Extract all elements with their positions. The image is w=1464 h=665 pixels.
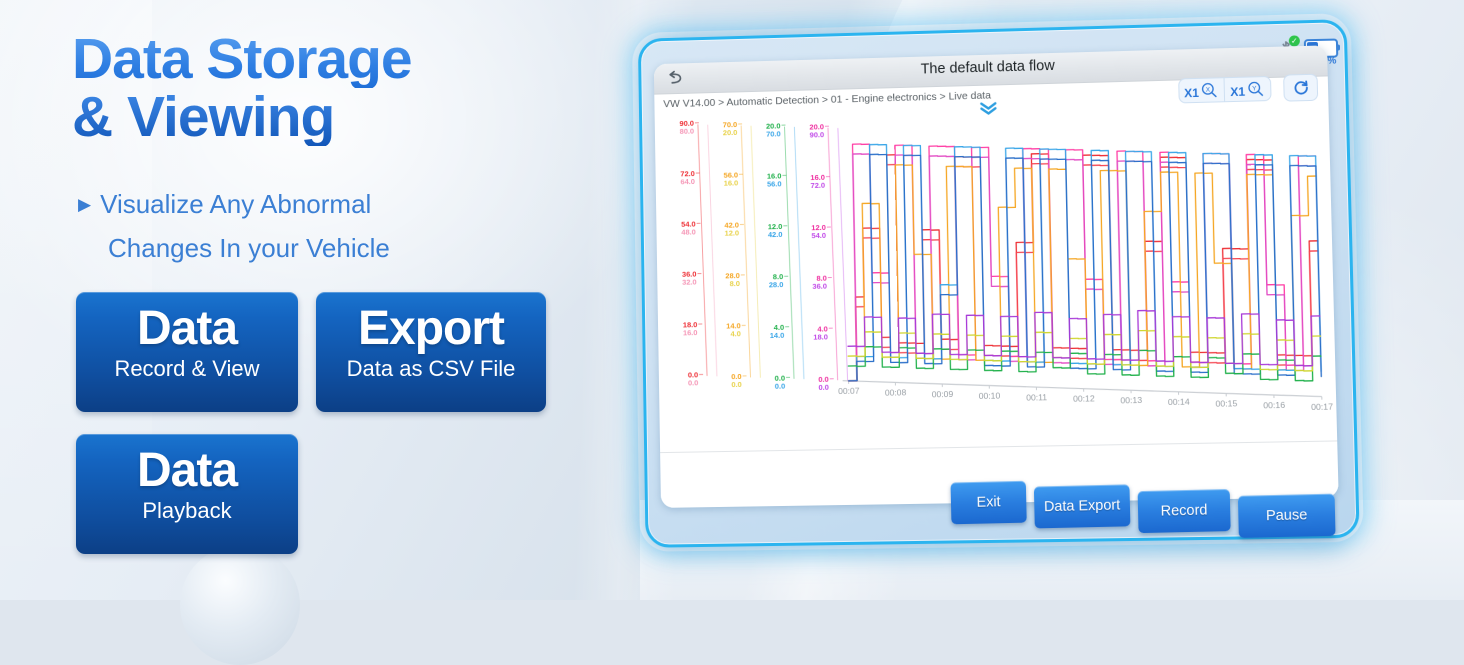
badge-subtitle: Record & View [76,356,298,393]
x-tick-label: 00:10 [979,390,1001,401]
x-tick-label: 00:11 [1026,392,1047,403]
y-tick-secondary: 16.0 [683,328,698,337]
tablet-screen: The default data flow VW V14.00 > Automa… [654,45,1339,508]
svg-text:Y: Y [1252,85,1257,92]
badge-title: Data [76,292,298,356]
headline-line-2: & Viewing [72,88,592,146]
chart-canvas: 90.0 80.0 72.0 64.0 54.0 48.0 36.0 32.0 18.0 16.0… [655,102,1337,451]
y-tick-secondary: 0.0 [775,381,786,390]
y-tick-secondary: 0.0 [731,380,742,389]
subheadline: ▶ Visualize Any Abnormal Changes In your … [78,184,578,269]
marketing-column: Data Storage & Viewing ▶ Visualize Any Ab… [0,0,600,600]
badge-title: Data [76,434,298,498]
breadcrumb: VW V14.00 > Automatic Detection > 01 - E… [663,90,991,111]
x-tick-label: 00:12 [1073,393,1095,404]
y-tick-secondary: 28.0 [769,280,784,289]
bluetooth-connected-badge: ✓ [1289,35,1300,46]
zoom-control-group: X1 X X1 Y [1178,75,1272,103]
y-tick-secondary: 4.0 [730,329,741,338]
y-tick-secondary: 42.0 [768,230,783,239]
feature-badge-export: Export Data as CSV File [316,292,546,412]
x-tick-label: 00:17 [1311,401,1333,412]
chart-toolbar: X1 X X1 Y [1178,72,1319,106]
y-tick-secondary: 56.0 [767,179,782,188]
action-button-row: Exit Data Export Record Pause [939,471,1350,546]
badge-title: Export [316,292,546,356]
x-tick-label: 00:15 [1215,398,1237,409]
y-axis-1: 90.080.072.064.054.048.036.032.018.016.0… [679,118,717,387]
y-tick-secondary: 72.0 [810,181,825,190]
y-tick-secondary: 20.0 [723,128,738,137]
y-tick-secondary: 64.0 [680,177,695,186]
x-tick-label: 00:13 [1120,395,1142,406]
y-tick-secondary: 32.0 [682,278,697,287]
magnifier-x-icon: X [1201,81,1219,98]
subheadline-line-2: Changes In your Vehicle [108,228,578,269]
feature-badge-data-record: Data Record & View [76,292,298,412]
y-tick-secondary: 8.0 [730,279,741,288]
x-tick-label: 00:08 [885,387,907,397]
tablet-device: ✓ 38% The default data flow VW V14.00 > … [638,28,1348,556]
refresh-icon [1292,78,1310,96]
y-axis-4: 20.090.016.072.012.054.08.036.04.018.00.… [809,122,847,392]
y-tick-secondary: 0.0 [688,378,699,387]
y-tick-secondary: 36.0 [812,282,827,291]
subheadline-line-1: Visualize Any Abnormal [100,189,371,219]
page-title: Data Storage & Viewing [72,30,592,146]
svg-text:X: X [1206,86,1211,93]
live-data-chart[interactable]: 90.0 80.0 72.0 64.0 54.0 48.0 36.0 32.0 18.0 16.0… [655,102,1337,451]
y-tick-secondary: 70.0 [766,129,781,138]
y-tick-secondary: 48.0 [681,227,696,236]
x-tick-label: 00:09 [932,389,954,399]
pause-button[interactable]: Pause [1238,494,1336,538]
badge-subtitle: Playback [76,498,298,535]
y-tick-secondary: 18.0 [813,332,828,341]
zoom-x-control[interactable]: X1 X [1179,78,1225,102]
y-tick-secondary: 12.0 [724,229,739,238]
zoom-y-control[interactable]: X1 Y [1224,76,1271,100]
y-tick-secondary: 14.0 [770,331,785,340]
y-tick-secondary: 0.0 [818,383,829,392]
record-button[interactable]: Record [1138,489,1231,533]
chart-series-group [844,132,1321,389]
y-axis-3: 20.070.016.056.012.042.08.028.04.014.00.… [766,121,804,391]
badge-subtitle: Data as CSV File [316,356,546,393]
x-tick-label: 00:07 [838,386,860,396]
magnifier-y-icon: Y [1247,80,1265,97]
y-axis-2: 70.020.056.016.042.012.028.08.014.04.00.… [723,120,761,390]
zoom-y-label: X1 [1230,85,1245,97]
exit-button[interactable]: Exit [951,481,1027,525]
y-tick-secondary: 54.0 [811,231,826,240]
y-tick-secondary: 90.0 [809,130,824,139]
x-tick-label: 00:16 [1263,400,1285,411]
data-export-button[interactable]: Data Export [1034,484,1131,528]
feature-badge-playback: Data Playback [76,434,298,554]
headline-line-1: Data Storage [72,30,592,88]
x-tick-label: 00:14 [1168,397,1190,408]
y-tick-secondary: 80.0 [680,127,695,136]
bullet-arrow-icon: ▶ [78,195,91,214]
y-tick-secondary: 16.0 [724,178,739,187]
refresh-button[interactable] [1283,73,1318,101]
zoom-x-label: X1 [1184,86,1199,98]
x-axis: 00:07 00:08 00:09 00:10 00:11 00:12 00:13 00:14… [838,371,1333,420]
